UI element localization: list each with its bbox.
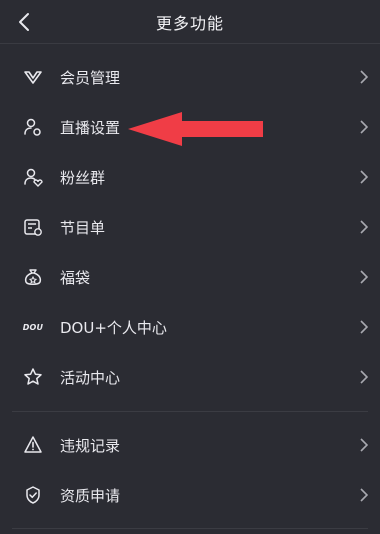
menu-item-label: 福袋	[60, 268, 91, 287]
star-icon	[22, 366, 44, 388]
chevron-right-icon	[358, 487, 370, 503]
chevron-right-icon	[358, 69, 370, 85]
fan-group-icon	[22, 166, 44, 188]
live-settings-icon	[22, 116, 44, 138]
chevron-right-icon	[358, 369, 370, 385]
vip-icon	[22, 66, 44, 88]
header-divider	[0, 43, 380, 44]
menu-item-dou-plus[interactable]: DOU DOU+个人中心	[0, 302, 380, 352]
menu-item-lucky-bag[interactable]: 福袋	[0, 252, 380, 302]
chevron-right-icon	[358, 269, 370, 285]
red-arrow-annotation	[128, 112, 263, 146]
warning-icon	[22, 434, 44, 456]
bottom-divider	[12, 528, 368, 529]
menu-item-label: 粉丝群	[60, 168, 106, 187]
menu-item-fan-group[interactable]: 粉丝群	[0, 152, 380, 202]
chevron-right-icon	[358, 169, 370, 185]
menu-item-vip[interactable]: 会员管理	[0, 52, 380, 102]
chevron-right-icon	[358, 219, 370, 235]
menu-item-label: 节目单	[60, 218, 106, 237]
shield-check-icon	[22, 484, 44, 506]
menu-item-label: 会员管理	[60, 68, 121, 87]
menu-item-label: 直播设置	[60, 118, 121, 137]
program-list-icon	[22, 216, 44, 238]
page-title: 更多功能	[155, 14, 224, 33]
menu-item-label: 违规记录	[60, 436, 121, 455]
menu-item-label: 活动中心	[60, 368, 121, 387]
menu-item-label: DOU+个人中心	[60, 318, 167, 337]
chevron-right-icon	[358, 437, 370, 453]
menu-item-qualification[interactable]: 资质申请	[0, 470, 380, 520]
header-bar: 更多功能	[0, 0, 380, 44]
chevron-right-icon	[358, 119, 370, 135]
dou-plus-icon: DOU	[22, 322, 44, 332]
menu-item-label: 资质申请	[60, 486, 121, 505]
chevron-right-icon	[358, 319, 370, 335]
group-divider	[12, 411, 368, 412]
menu-item-violation-record[interactable]: 违规记录	[0, 420, 380, 470]
menu-item-program-list[interactable]: 节目单	[0, 202, 380, 252]
menu-item-activity-center[interactable]: 活动中心	[0, 352, 380, 402]
lucky-bag-icon	[22, 266, 44, 288]
